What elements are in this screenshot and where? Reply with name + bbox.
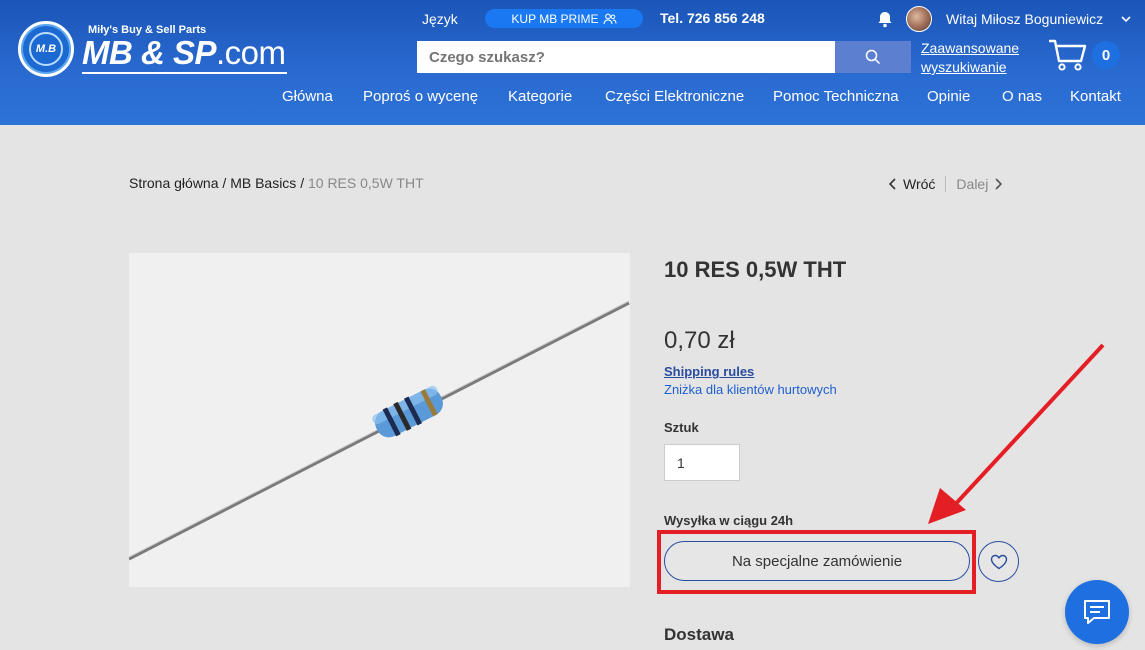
search-icon bbox=[865, 49, 881, 65]
breadcrumb-separator: / bbox=[222, 175, 227, 191]
nav-item-wycena[interactable]: Poproś o wycenę bbox=[363, 88, 478, 105]
site-header: M.B Miły's Buy & Sell Parts MB & SP.com … bbox=[0, 0, 1145, 125]
nav-item-o-nas[interactable]: O nas bbox=[1002, 88, 1042, 105]
resistor-image bbox=[128, 253, 630, 587]
shipping-time: Wysyłka w ciągu 24h bbox=[664, 513, 794, 528]
product-price: 0,70 zł bbox=[664, 327, 735, 354]
chevron-down-icon[interactable] bbox=[1120, 13, 1132, 25]
search-input[interactable] bbox=[417, 41, 835, 73]
logo-underline bbox=[82, 72, 287, 74]
nav-item-pomoc[interactable]: Pomoc Techniczna bbox=[773, 88, 899, 105]
nav-item-glowna[interactable]: Główna bbox=[282, 88, 333, 105]
nav-item-opinie[interactable]: Opinie bbox=[927, 88, 970, 105]
cart-icon[interactable] bbox=[1047, 38, 1087, 72]
chat-icon bbox=[1084, 600, 1110, 624]
nav-item-kontakt[interactable]: Kontakt bbox=[1070, 88, 1121, 105]
chevron-right-icon bbox=[995, 178, 1003, 190]
nav-item-kategorie[interactable]: Kategorie bbox=[508, 88, 572, 105]
chevron-left-icon bbox=[888, 178, 896, 190]
next-label: Dalej bbox=[956, 176, 989, 192]
advanced-search-link[interactable]: Zaawansowane wyszukiwanie bbox=[921, 39, 1021, 77]
highlight-box bbox=[657, 530, 976, 594]
breadcrumb-home[interactable]: Strona główna bbox=[129, 175, 219, 191]
bell-icon[interactable] bbox=[876, 10, 894, 28]
chat-button[interactable] bbox=[1065, 580, 1129, 644]
user-greeting[interactable]: Witaj Miłosz Boguniewicz bbox=[946, 11, 1103, 27]
logo-badge-icon[interactable]: M.B bbox=[18, 21, 74, 77]
prime-button[interactable]: KUP MB PRIME bbox=[485, 9, 643, 28]
logo-suffix: .com bbox=[216, 34, 286, 71]
pager: Wróć Dalej bbox=[888, 176, 1003, 192]
quantity-label: Sztuk bbox=[664, 420, 699, 435]
wishlist-button[interactable] bbox=[978, 541, 1019, 582]
logo[interactable]: MB & SP.com bbox=[82, 34, 286, 72]
product-title: 10 RES 0,5W THT bbox=[664, 257, 847, 282]
logo-badge-text: M.B bbox=[29, 32, 63, 66]
shipping-rules-link[interactable]: Shipping rules bbox=[664, 364, 754, 379]
breadcrumb-current: 10 RES 0,5W THT bbox=[307, 175, 424, 191]
prime-button-label: KUP MB PRIME bbox=[511, 11, 599, 26]
search-button[interactable] bbox=[835, 41, 911, 73]
pager-divider bbox=[945, 176, 947, 192]
quantity-input[interactable] bbox=[664, 444, 740, 481]
heart-icon bbox=[990, 554, 1007, 569]
breadcrumb: Strona główna / MB Basics / 10 RES 0,5W … bbox=[129, 175, 424, 191]
cart-count-badge[interactable]: 0 bbox=[1092, 41, 1120, 69]
prev-link[interactable]: Wróć bbox=[888, 176, 935, 192]
prev-label: Wróć bbox=[903, 176, 936, 192]
delivery-heading: Dostawa bbox=[664, 625, 734, 644]
language-selector[interactable]: Język bbox=[422, 11, 458, 27]
breadcrumb-separator: / bbox=[300, 175, 305, 191]
avatar[interactable] bbox=[906, 6, 932, 32]
wholesale-discount-link[interactable]: Zniżka dla klientów hurtowych bbox=[664, 382, 837, 397]
breadcrumb-category[interactable]: MB Basics bbox=[230, 175, 296, 191]
phone-number[interactable]: Tel. 726 856 248 bbox=[660, 10, 765, 26]
logo-name: MB & SP bbox=[82, 34, 217, 71]
product-image[interactable] bbox=[128, 253, 630, 587]
users-icon bbox=[603, 13, 617, 24]
nav-item-czesci[interactable]: Części Elektroniczne bbox=[605, 88, 744, 105]
next-link[interactable]: Dalej bbox=[956, 176, 1003, 192]
